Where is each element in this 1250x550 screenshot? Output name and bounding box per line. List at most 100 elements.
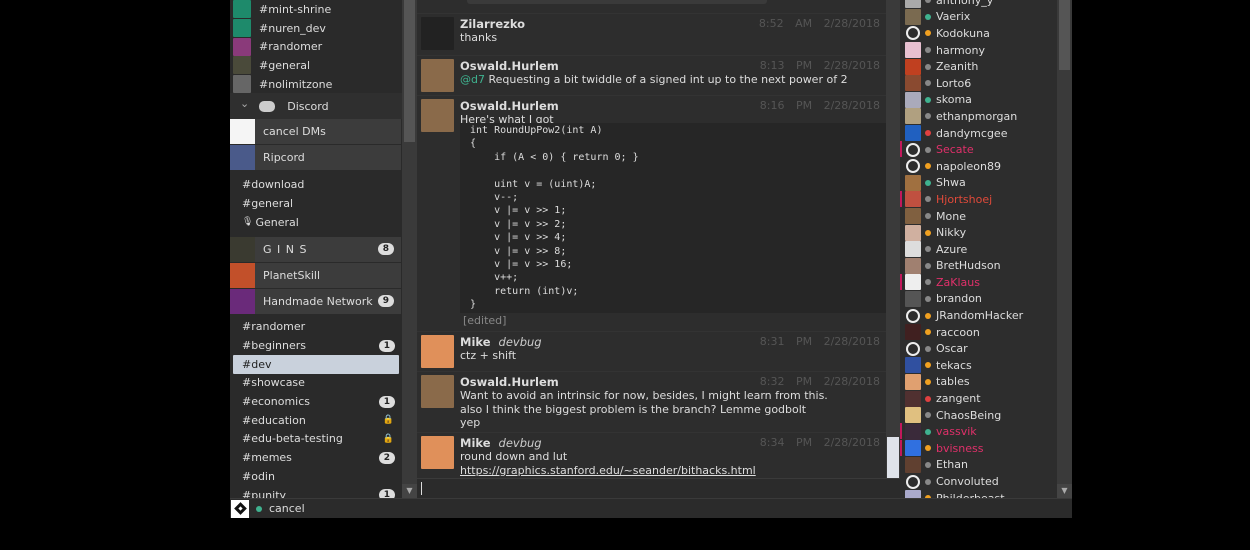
user-avatar[interactable] [421,17,454,50]
role-indicator [900,274,902,291]
member-item[interactable]: raccoon [900,324,1057,341]
author-name[interactable]: Oswald.Hurlem [460,375,559,389]
channel-item[interactable]: #dev [233,354,399,374]
member-item[interactable]: bvisness [900,440,1057,457]
sidebar-scrollbar[interactable]: ▼ [402,0,417,498]
member-item[interactable]: harmony [900,42,1057,59]
message-timestamp: 8:32 PM 2/28/2018 [760,375,880,388]
channel-item[interactable]: #education 🔒 [230,411,402,430]
user-avatar[interactable] [421,436,454,469]
member-item[interactable]: vassvik [900,423,1057,440]
presence-dot [925,229,931,236]
author-name[interactable]: Oswald.Hurlem [460,59,559,73]
discord-header[interactable]: ⌄ Discord [230,93,402,120]
member-item[interactable]: tables [900,373,1057,391]
user-avatar[interactable] [421,99,454,132]
message-author[interactable]: Oswald.Hurlem [460,99,559,113]
message-author[interactable]: Zilarrezko [460,17,525,31]
server-item[interactable]: cancel DMs [230,119,401,146]
member-item[interactable]: ethanpmorgan [900,108,1057,125]
author-role: devbug [498,436,542,450]
member-item[interactable]: Hjortshoej [900,191,1057,208]
channel-item[interactable]: #nolimitzone [230,75,402,94]
user-avatar[interactable] [421,375,454,408]
member-item[interactable]: Mone [900,208,1057,225]
channel-item[interactable]: #mint-shrine [230,0,402,19]
channel-item[interactable]: #punity 1 [230,486,402,498]
member-item[interactable]: skoma [900,91,1057,109]
member-item[interactable]: Lorto6 [900,75,1057,92]
message-date: 2/28/2018 [823,375,880,388]
member-item[interactable]: anthony_y [900,0,1057,9]
member-item[interactable]: dandymcgee [900,125,1057,142]
server-item[interactable]: Ripcord [230,145,401,172]
member-item[interactable]: JRandomHacker [900,307,1057,324]
scroll-thumb[interactable] [404,0,415,142]
channel-item[interactable]: #showcase [230,374,402,393]
user-avatar[interactable] [231,499,249,518]
scroll-down-arrow[interactable]: ▼ [1057,484,1072,498]
chevron-down-icon[interactable]: ⌄ [240,97,249,110]
member-item[interactable]: BretHudson [900,257,1057,275]
member-name: napoleon89 [936,159,1001,173]
channel-item[interactable]: #randomer [230,37,402,56]
user-avatar [905,241,921,258]
member-item[interactable]: ChaosBeing [900,407,1057,424]
message-author[interactable]: Oswald.Hurlem [460,59,559,73]
channel-item[interactable]: #randomer [230,318,402,337]
member-item[interactable]: napoleon89 [900,158,1057,175]
member-item[interactable]: ZaKlaus [900,274,1057,291]
member-item[interactable]: Kodokuna [900,25,1057,42]
channel-item[interactable]: #general [230,194,402,213]
message-author[interactable]: Mike devbug [460,436,542,450]
member-item[interactable]: Shwa [900,174,1057,192]
member-item[interactable]: Oscar [900,340,1057,357]
channel-item[interactable]: #memes 2 [230,448,402,467]
member-item[interactable]: Ethan [900,456,1057,474]
channel-item[interactable]: #edu-beta-testing 🔒 [230,430,402,449]
member-item[interactable]: tekacs [900,357,1057,374]
server-item[interactable]: G I N S 8 [230,236,401,263]
scroll-thumb[interactable] [1059,0,1070,70]
member-item[interactable]: Convoluted [900,473,1057,490]
message-author[interactable]: Mike devbug [460,335,542,349]
member-item[interactable]: Philderbeast [900,490,1057,498]
channel-item[interactable]: #nuren_dev [230,19,402,38]
channel-item[interactable]: #download [230,175,402,194]
message-link[interactable]: https://graphics.stanford.edu/~seander/b… [460,464,756,477]
message-input[interactable] [417,478,900,498]
default-avatar-icon [906,341,920,356]
members-scrollbar[interactable]: ▼ [1057,0,1072,498]
member-item[interactable]: Nikky [900,224,1057,241]
author-name[interactable]: Oswald.Hurlem [460,99,559,113]
member-item[interactable]: Vaerix [900,8,1057,26]
chat-scrollbar[interactable] [886,0,900,478]
voice-channel-item[interactable]: 🎙 General [230,213,402,232]
microphone-icon: 🎙 [242,217,254,228]
server-item[interactable]: Handmade Network 9 [230,288,401,315]
presence-dot [925,80,931,87]
member-item[interactable]: Secate [900,141,1057,158]
user-mention[interactable]: @d7 [460,73,485,86]
member-item[interactable]: Azure [900,241,1057,258]
channel-item[interactable]: #general [230,56,402,75]
scroll-down-arrow[interactable]: ▼ [402,484,417,498]
presence-dot [925,395,931,402]
channel-label: General [255,215,299,229]
channel-item[interactable]: #odin [230,467,402,486]
author-name[interactable]: Mike [460,436,491,450]
member-item[interactable]: Zeanith [900,58,1057,75]
member-name: Vaerix [936,10,971,24]
author-name[interactable]: Zilarrezko [460,17,525,31]
user-avatar[interactable] [421,59,454,92]
user-avatar [905,423,921,440]
server-item[interactable]: PlanetSkill [230,262,401,289]
user-avatar[interactable] [421,335,454,368]
scroll-thumb[interactable] [887,437,899,478]
author-name[interactable]: Mike [460,335,491,349]
member-item[interactable]: zangent [900,390,1057,407]
channel-item[interactable]: #economics 1 [230,392,402,411]
member-item[interactable]: brandon [900,290,1057,308]
channel-item[interactable]: #beginners 1 [230,336,402,355]
message-author[interactable]: Oswald.Hurlem [460,375,559,389]
